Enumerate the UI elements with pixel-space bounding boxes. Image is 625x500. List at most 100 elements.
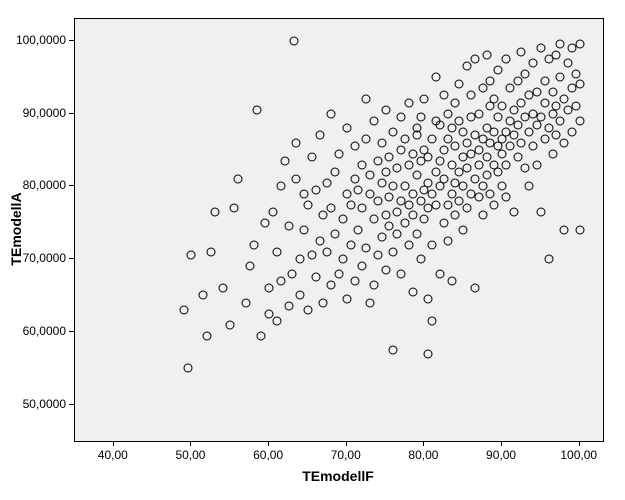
data-point [571, 102, 580, 111]
data-point [350, 175, 359, 184]
data-point [210, 207, 219, 216]
data-point [490, 200, 499, 209]
data-point [552, 102, 561, 111]
data-point [261, 218, 270, 227]
data-point [315, 236, 324, 245]
data-point [556, 40, 565, 49]
data-point [478, 182, 487, 191]
data-point [509, 207, 518, 216]
data-point [490, 95, 499, 104]
data-point [272, 247, 281, 256]
data-point [455, 196, 464, 205]
data-point [424, 295, 433, 304]
data-point [342, 295, 351, 304]
data-point [443, 200, 452, 209]
data-point [289, 36, 298, 45]
data-point [447, 189, 456, 198]
data-point [342, 124, 351, 133]
data-point [323, 178, 332, 187]
data-point [428, 316, 437, 325]
data-point [533, 160, 542, 169]
data-point [389, 182, 398, 191]
data-point [288, 269, 297, 278]
data-point [377, 138, 386, 147]
data-point [206, 247, 215, 256]
data-point [556, 116, 565, 125]
data-point [300, 189, 309, 198]
data-point [517, 138, 526, 147]
data-point [319, 298, 328, 307]
data-point [404, 160, 413, 169]
data-point [404, 98, 413, 107]
x-tick-label: 40,00 [98, 448, 128, 462]
data-point [311, 185, 320, 194]
data-point [389, 346, 398, 355]
data-point [420, 215, 429, 224]
data-point [369, 116, 378, 125]
data-point [358, 160, 367, 169]
data-point [517, 47, 526, 56]
data-point [525, 182, 534, 191]
data-point [280, 156, 289, 165]
data-point [478, 211, 487, 220]
data-point [470, 175, 479, 184]
data-point [509, 105, 518, 114]
data-point [435, 269, 444, 278]
data-point [385, 153, 394, 162]
data-point [467, 91, 476, 100]
x-tick [268, 441, 269, 446]
x-tick [113, 441, 114, 446]
data-point [416, 255, 425, 264]
data-point [331, 229, 340, 238]
data-point [381, 105, 390, 114]
data-point [439, 145, 448, 154]
data-point [389, 127, 398, 136]
data-point [404, 200, 413, 209]
data-point [529, 142, 538, 151]
x-tick-label: 60,00 [253, 448, 283, 462]
y-tick-label: 100,0000 [16, 33, 66, 47]
y-tick [69, 331, 74, 332]
data-point [303, 306, 312, 315]
data-point [505, 84, 514, 93]
data-point [292, 175, 301, 184]
data-point [218, 284, 227, 293]
data-point [362, 244, 371, 253]
data-point [377, 233, 386, 242]
data-point [544, 124, 553, 133]
data-point [179, 306, 188, 315]
data-point [303, 200, 312, 209]
data-point [253, 105, 262, 114]
data-point [474, 145, 483, 154]
y-tick [69, 185, 74, 186]
data-point [501, 160, 510, 169]
data-point [451, 98, 460, 107]
data-point [412, 171, 421, 180]
data-point [331, 167, 340, 176]
data-point [257, 331, 266, 340]
data-point [447, 124, 456, 133]
data-point [346, 200, 355, 209]
data-point [401, 218, 410, 227]
data-point [292, 138, 301, 147]
data-point [443, 135, 452, 144]
data-point [276, 182, 285, 191]
data-point [513, 120, 522, 129]
data-point [575, 80, 584, 89]
data-point [474, 193, 483, 202]
data-point [498, 182, 507, 191]
data-point [408, 211, 417, 220]
data-point [408, 149, 417, 158]
data-point [482, 171, 491, 180]
data-point [567, 127, 576, 136]
data-point [269, 207, 278, 216]
data-point [296, 291, 305, 300]
data-point [428, 189, 437, 198]
data-point [513, 76, 522, 85]
data-point [494, 167, 503, 176]
x-tick [423, 441, 424, 446]
data-point [346, 240, 355, 249]
data-point [552, 131, 561, 140]
data-point [443, 109, 452, 118]
data-point [381, 167, 390, 176]
